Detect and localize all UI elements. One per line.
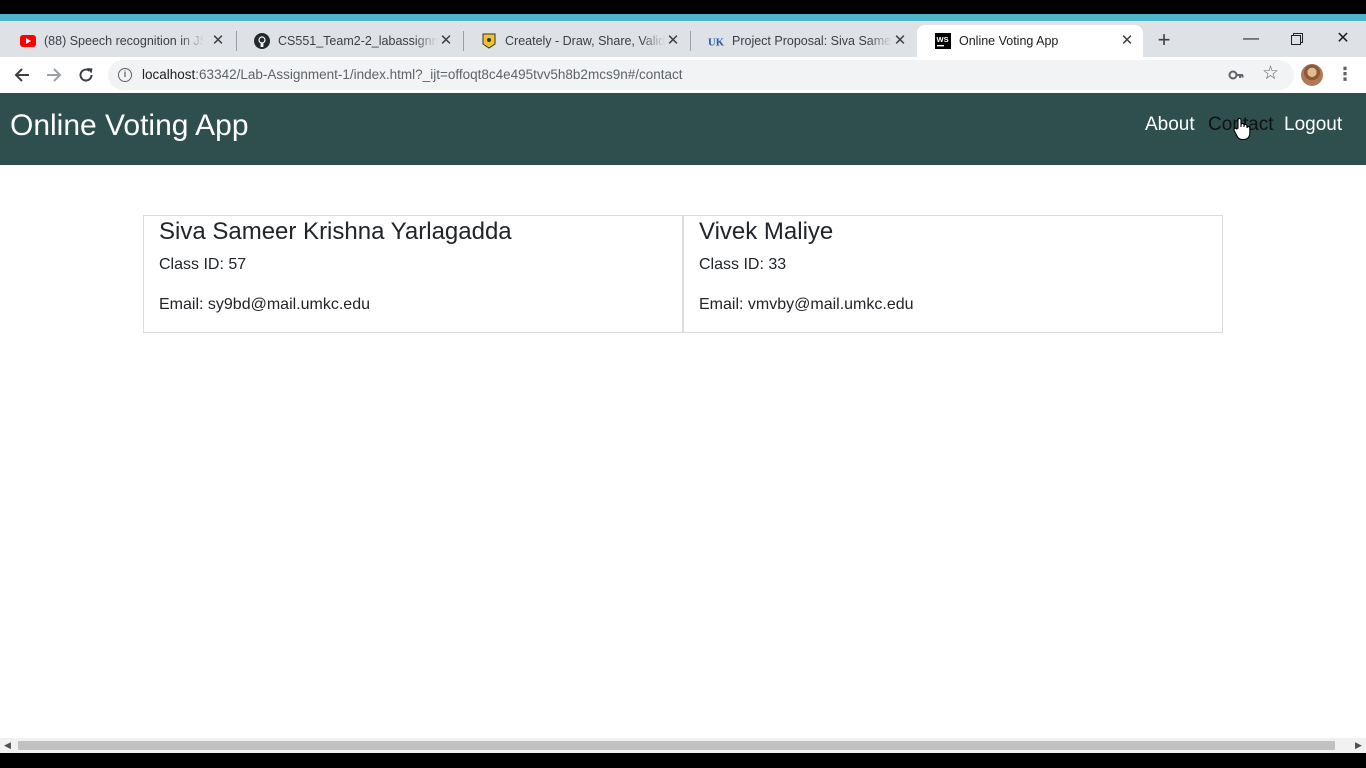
forward-button[interactable] — [42, 63, 66, 87]
youtube-icon — [20, 33, 36, 49]
app-brand[interactable]: Online Voting App — [10, 109, 249, 143]
tab-github[interactable]: CS551_Team2-2_labassignment ✕ — [236, 25, 462, 57]
tab-title: Creately - Draw, Share, Validate — [505, 34, 665, 48]
creately-icon — [481, 33, 497, 49]
forward-arrow-icon — [47, 68, 62, 82]
url-text[interactable]: localhost:63342/Lab-Assignment-1/index.h… — [142, 67, 683, 82]
close-tab-icon[interactable]: ✕ — [665, 33, 681, 49]
close-tab-icon[interactable]: ✕ — [210, 33, 226, 49]
tab-bar: (88) Speech recognition in JS | ✕ CS551_… — [0, 21, 1366, 57]
browser-toolbar: i localhost:63342/Lab-Assignment-1/index… — [0, 57, 1366, 93]
bookmark-star-icon[interactable]: ☆ — [1262, 64, 1279, 84]
svg-text:WS: WS — [937, 35, 949, 44]
tab-title: (88) Speech recognition in JS | — [44, 34, 204, 48]
close-tab-icon[interactable]: ✕ — [438, 33, 454, 49]
tab-online-voting-app[interactable]: WS Online Voting App ✕ — [917, 25, 1143, 57]
nav-about-link[interactable]: About — [1145, 114, 1195, 136]
nav-logout-link[interactable]: Logout — [1284, 114, 1342, 136]
umkc-icon: UK — [708, 33, 724, 49]
url-host: localhost — [142, 67, 196, 82]
minimize-button[interactable]: — — [1228, 25, 1274, 53]
bottom-bar — [0, 753, 1366, 768]
address-bar[interactable]: i localhost:63342/Lab-Assignment-1/index… — [108, 60, 1294, 90]
back-button[interactable] — [10, 63, 34, 87]
url-path: :63342/Lab-Assignment-1/index.html?_ijt=… — [195, 67, 683, 82]
horizontal-scrollbar[interactable]: ◀ ▶ — [0, 738, 1366, 753]
scroll-left-icon[interactable]: ◀ — [0, 738, 15, 753]
contact-email: Email: sy9bd@mail.umkc.edu — [159, 296, 370, 313]
accent-strip — [0, 14, 1366, 21]
restore-button[interactable] — [1274, 25, 1320, 53]
hand-cursor-icon — [1233, 118, 1251, 141]
site-info-icon[interactable]: i — [118, 68, 132, 82]
restore-icon — [1291, 33, 1303, 45]
tab-project-proposal[interactable]: UK Project Proposal: Siva Sameer Krishna… — [690, 25, 916, 57]
close-window-button[interactable]: ✕ — [1320, 25, 1366, 53]
tab-title: Online Voting App — [959, 34, 1059, 48]
contact-class-id: Class ID: 33 — [699, 256, 787, 273]
contact-name: Vivek Maliye — [699, 218, 834, 245]
contact-card: Vivek Maliye Class ID: 33 Email: vmvby@m… — [683, 215, 1223, 333]
screen: (88) Speech recognition in JS | ✕ CS551_… — [0, 0, 1366, 768]
scroll-right-icon[interactable]: ▶ — [1351, 738, 1366, 753]
contact-name: Siva Sameer Krishna Yarlagadda — [159, 218, 512, 245]
svg-text:UK: UK — [708, 37, 724, 48]
close-tab-icon[interactable]: ✕ — [1119, 33, 1135, 49]
new-tab-button[interactable]: + — [1152, 29, 1176, 53]
github-icon — [254, 33, 270, 49]
tab-title: Project Proposal: Siva Sameer Krishna — [732, 34, 892, 48]
contact-class-id: Class ID: 57 — [159, 256, 247, 273]
browser-menu-icon[interactable]: ⋮ — [1335, 63, 1355, 87]
app-navbar: Online Voting App About Contact Logout — [0, 93, 1366, 165]
reload-icon — [79, 68, 93, 82]
tab-title: CS551_Team2-2_labassignment — [278, 34, 438, 48]
close-tab-icon[interactable]: ✕ — [892, 33, 908, 49]
scrollbar-thumb[interactable] — [18, 741, 1335, 750]
webstorm-icon: WS — [935, 33, 951, 49]
back-arrow-icon — [14, 68, 29, 82]
key-icon[interactable] — [1228, 67, 1244, 83]
page-viewport: Online Voting App About Contact Logout S… — [0, 93, 1366, 738]
tab-creately[interactable]: Creately - Draw, Share, Validate ✕ — [463, 25, 689, 57]
contact-card: Siva Sameer Krishna Yarlagadda Class ID:… — [143, 215, 683, 333]
tab-youtube[interactable]: (88) Speech recognition in JS | ✕ — [2, 25, 234, 57]
reload-button[interactable] — [74, 63, 98, 87]
contact-email: Email: vmvby@mail.umkc.edu — [699, 296, 914, 313]
profile-avatar[interactable] — [1301, 64, 1323, 86]
